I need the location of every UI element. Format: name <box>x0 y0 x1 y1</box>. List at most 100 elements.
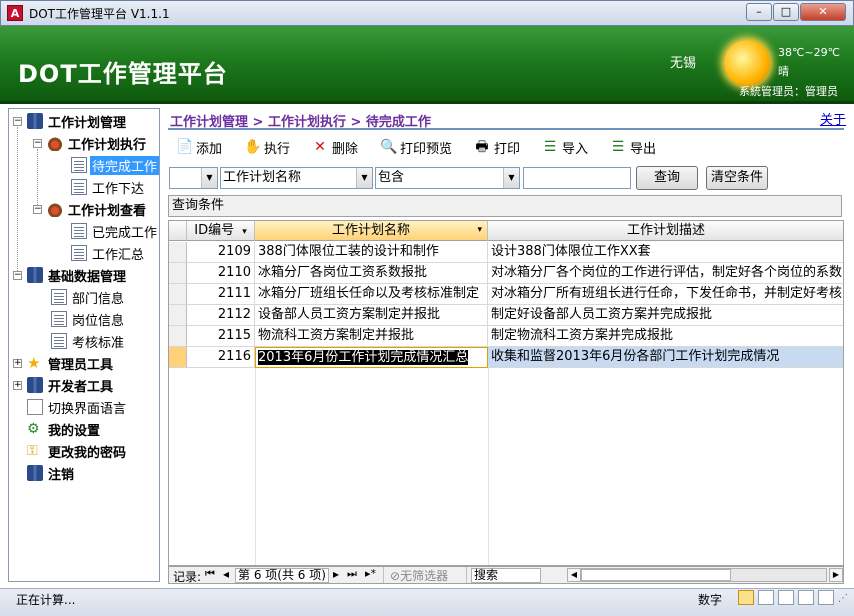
scrollbar-thumb[interactable] <box>581 569 731 581</box>
print-preview-icon: 🔍 <box>380 139 398 155</box>
tree-item-logout[interactable]: 注销 <box>27 463 76 483</box>
query-value-input[interactable] <box>523 167 631 189</box>
table-row[interactable]: 2111 冰箱分厂班组长任命以及考核标准制定 对冰箱分厂所有班组长进行任命，下发… <box>169 284 843 305</box>
doc-icon <box>71 157 87 173</box>
table-row[interactable]: 2112 设备部人员工资方案制定并报批 制定好设备部人员工资方案并完成报批 <box>169 305 843 326</box>
expander-admin-tools[interactable]: + <box>13 359 22 368</box>
column-header-name[interactable]: 工作计划名称 ▾ <box>255 221 488 241</box>
expander-work-plan[interactable]: − <box>13 117 22 126</box>
table-row-selected[interactable]: 2116 2013年6月份工作计划完成情况汇总 收集和监督2013年6月份各部门… <box>169 347 843 368</box>
current-user-label: 系統管理员：管理员 <box>739 85 838 98</box>
export-button[interactable]: ☰ 导出 <box>610 137 656 157</box>
delete-button[interactable]: ✕ 删除 <box>312 137 358 157</box>
book-icon <box>27 465 43 481</box>
tree-item-admin-tools[interactable]: ★ 管理员工具 <box>27 353 115 373</box>
expander-base-data[interactable]: − <box>13 271 22 280</box>
tree-item-assessment-standard[interactable]: 考核标准 <box>51 331 126 351</box>
minimize-button[interactable]: – <box>746 3 772 21</box>
temperature-label: 38℃~29℃ <box>778 46 840 59</box>
scroll-right-icon[interactable]: ▶ <box>829 568 843 582</box>
chevron-down-icon: ▼ <box>356 168 372 188</box>
field-prefix-select[interactable]: ▼ <box>169 167 218 189</box>
prev-record-icon[interactable]: ◂ <box>223 567 229 581</box>
tree-item-completed-work[interactable]: 已完成工作 <box>71 221 159 241</box>
status-text: 正在计算... <box>16 593 76 607</box>
doc-icon <box>71 223 87 239</box>
select-all-corner[interactable] <box>169 221 187 241</box>
execute-button[interactable]: ✋ 执行 <box>244 137 290 157</box>
scroll-left-icon[interactable]: ◀ <box>567 568 581 582</box>
close-button[interactable]: ✕ <box>800 3 846 21</box>
table-row[interactable]: 2110 冰箱分厂各岗位工资系数报批 对冰箱分厂各个岗位的工作进行评估，制定好各… <box>169 263 843 284</box>
operator-select[interactable]: 包含 ▼ <box>375 167 520 189</box>
tree-item-plan-view[interactable]: 工作计划查看 <box>47 199 148 219</box>
search-button[interactable]: 查询 <box>636 166 698 190</box>
chevron-down-icon: ▼ <box>201 168 217 188</box>
grid-search-input[interactable]: 搜索 <box>471 568 541 583</box>
tree-item-switch-language[interactable]: 切换界面语言 <box>27 397 128 417</box>
app-icon: A <box>7 5 23 21</box>
print-button[interactable]: 🖶 打印 <box>474 137 520 157</box>
layout-view-icon[interactable] <box>778 590 794 605</box>
key-icon: ⚿ <box>27 443 38 459</box>
tree-item-work-plan[interactable]: 工作计划管理 <box>27 111 128 131</box>
sql-view-icon[interactable] <box>818 590 834 605</box>
doc-icon <box>51 333 67 349</box>
tree-item-base-data[interactable]: 基础数据管理 <box>27 265 128 285</box>
column-header-id[interactable]: ID编号 ▾ <box>187 221 255 241</box>
column-header-desc[interactable]: 工作计划描述 <box>488 221 843 241</box>
filter-status[interactable]: ⊘无筛选器 <box>383 567 467 583</box>
field-select[interactable]: 工作计划名称 ▼ <box>220 167 373 189</box>
add-icon: 📄 <box>176 139 194 155</box>
tree-item-my-settings[interactable]: ⚙ 我的设置 <box>27 419 102 439</box>
star-icon: ★ <box>27 354 41 372</box>
status-mode: 数字 <box>698 593 723 607</box>
filter-icon: ⊘ <box>390 569 401 583</box>
maximize-button[interactable]: □ <box>773 3 799 21</box>
banner-title: DOT工作管理平台 <box>18 60 228 88</box>
book-icon <box>27 267 43 283</box>
import-icon: ☰ <box>543 139 557 155</box>
tree-item-assign-work[interactable]: 工作下达 <box>71 177 146 197</box>
import-button[interactable]: ☰ 导入 <box>542 137 588 157</box>
doc-icon <box>51 289 67 305</box>
active-cell[interactable]: 2013年6月份工作计划完成情况汇总 <box>255 347 488 368</box>
city-label: 无锡 <box>670 56 697 71</box>
tree-item-department-info[interactable]: 部门信息 <box>51 287 126 307</box>
next-record-icon[interactable]: ▸ <box>333 567 339 581</box>
clear-conditions-button[interactable]: 清空条件 <box>706 166 768 190</box>
tree-item-dev-tools[interactable]: 开发者工具 <box>27 375 115 395</box>
doc-icon <box>51 311 67 327</box>
gear-icon: ⚙ <box>27 421 40 437</box>
sort-arrow-icon: ▾ <box>477 225 482 235</box>
tree-item-pending-work[interactable]: 待完成工作 <box>71 155 160 175</box>
tree-item-position-info[interactable]: 岗位信息 <box>51 309 126 329</box>
language-icon <box>27 399 43 415</box>
expander-plan-view[interactable]: − <box>33 205 42 214</box>
tree-item-work-summary[interactable]: 工作汇总 <box>71 243 146 263</box>
sun-icon <box>724 40 770 86</box>
printer-icon: 🖶 <box>475 139 489 155</box>
expander-plan-execute[interactable]: − <box>33 139 42 148</box>
new-record-icon[interactable]: ▸* <box>365 567 376 580</box>
resize-grip-icon[interactable]: ⋰ <box>838 593 848 604</box>
tree-item-plan-execute[interactable]: 工作计划执行 <box>47 133 148 153</box>
tree-item-change-password[interactable]: ⚿ 更改我的密码 <box>27 441 128 461</box>
table-row[interactable]: 2109 388门体限位工装的设计和制作 设计388门体限位工作XX套 <box>169 242 843 263</box>
title-bar: A DOT工作管理平台 V1.1.1 – □ ✕ <box>0 0 854 26</box>
add-button[interactable]: 📄 添加 <box>176 137 222 157</box>
last-record-icon[interactable]: ⏭ <box>347 567 357 581</box>
delete-icon: ✕ <box>314 139 326 155</box>
print-preview-button[interactable]: 🔍 打印预览 <box>380 137 452 157</box>
first-record-icon[interactable]: ⏮ <box>205 567 215 581</box>
doc-icon <box>71 179 87 195</box>
record-position-input[interactable]: 第 6 项(共 6 项) <box>235 568 329 583</box>
table-row[interactable]: 2115 物流科工资方案制定并报批 制定物流科工资方案并完成报批 <box>169 326 843 347</box>
about-link[interactable]: 关于 <box>820 109 846 128</box>
datasheet-view-icon[interactable] <box>758 590 774 605</box>
design-view-icon[interactable] <box>798 590 814 605</box>
expander-dev-tools[interactable]: + <box>13 381 22 390</box>
hand-icon <box>47 201 63 217</box>
form-view-icon[interactable] <box>738 590 754 605</box>
window-title: DOT工作管理平台 V1.1.1 <box>29 6 170 21</box>
